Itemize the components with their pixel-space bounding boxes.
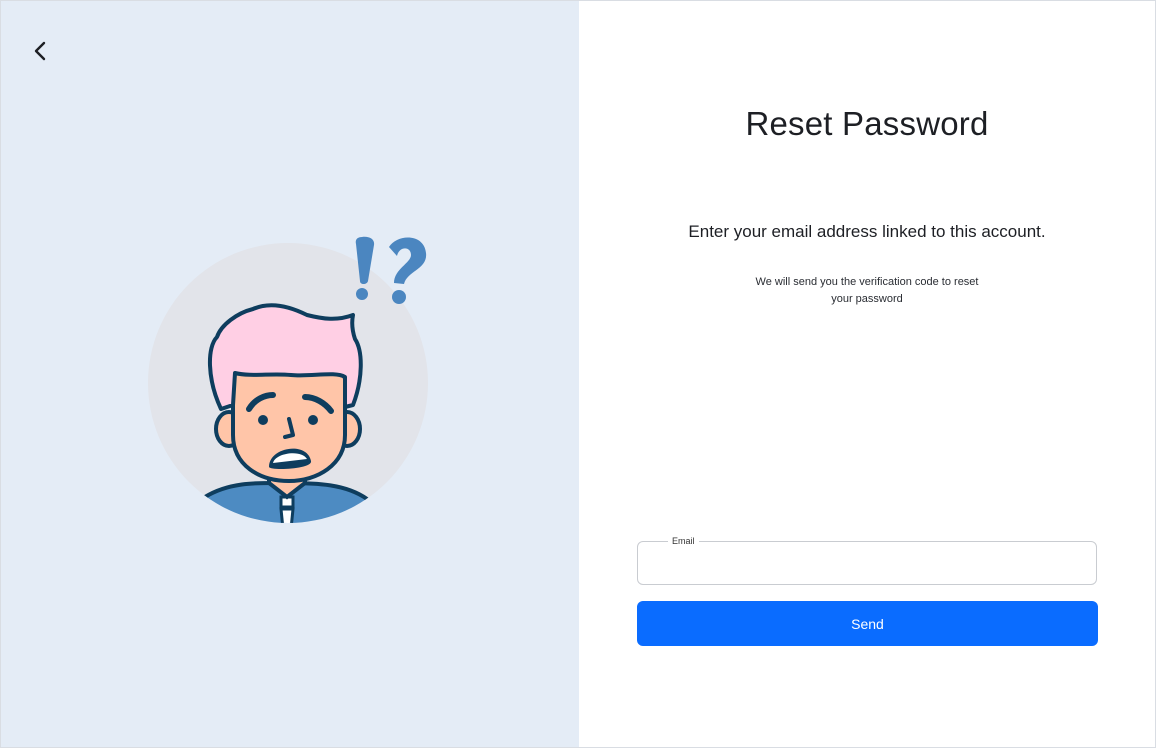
chevron-left-icon — [34, 41, 46, 61]
form-panel: Reset Password Enter your email address … — [579, 1, 1155, 747]
confused-man-illustration — [148, 236, 428, 523]
page-title: Reset Password — [745, 105, 989, 142]
email-input[interactable] — [638, 542, 1096, 584]
instruction-text: We will send you the verification code t… — [755, 276, 979, 305]
email-field[interactable]: Email — [637, 535, 1097, 585]
send-button[interactable]: Send — [637, 601, 1098, 646]
illustration-panel — [1, 1, 579, 747]
back-button[interactable] — [27, 35, 55, 67]
app-window: Reset Password Enter your email address … — [0, 0, 1156, 748]
instruction-heading: Enter your email address linked to this … — [688, 222, 1046, 241]
